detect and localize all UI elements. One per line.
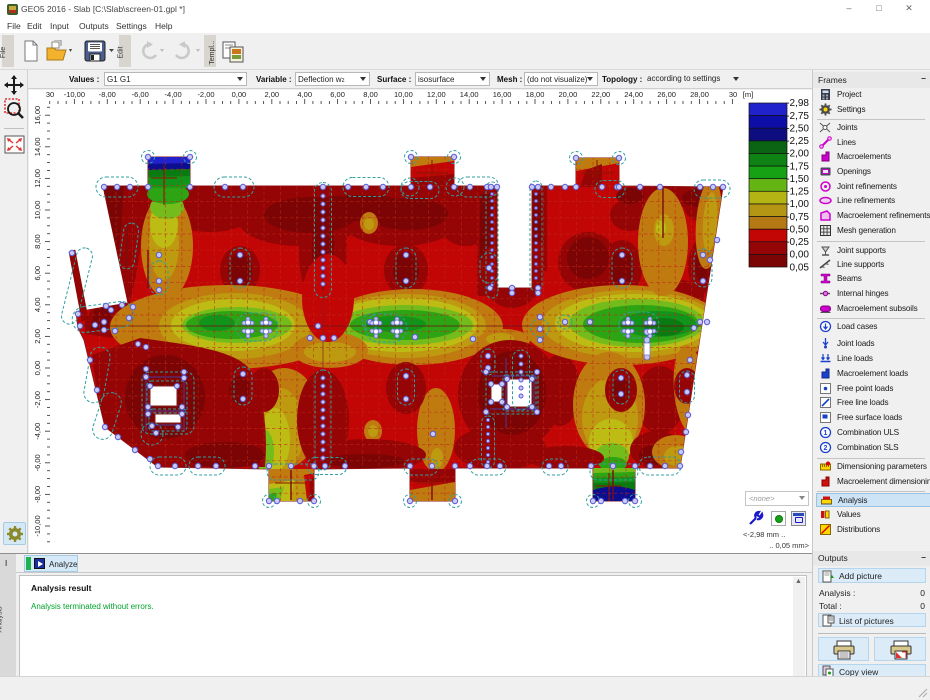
svg-text:2,00: 2,00	[33, 329, 42, 344]
svg-text:22,00: 22,00	[591, 90, 610, 99]
svg-text:-10,00: -10,00	[33, 515, 42, 536]
svg-text:-1,75: -1,75	[786, 161, 809, 172]
svg-text:4,00: 4,00	[33, 297, 42, 312]
svg-text:-0,50: -0,50	[786, 224, 809, 235]
svg-text:-8,00: -8,00	[99, 90, 116, 99]
svg-text:20,00: 20,00	[559, 90, 578, 99]
svg-text:-4,00: -4,00	[33, 423, 42, 440]
svg-text:-10,00: -10,00	[64, 90, 85, 99]
svg-text:10,00: 10,00	[33, 201, 42, 220]
svg-text:2: 2	[824, 445, 828, 452]
svg-text:-6,00: -6,00	[33, 454, 42, 471]
svg-text:-2,25: -2,25	[786, 136, 809, 147]
svg-text:18,00: 18,00	[526, 90, 545, 99]
svg-text:-1,50: -1,50	[786, 174, 809, 185]
svg-text:-0,25: -0,25	[786, 237, 809, 248]
svg-text:-2,50: -2,50	[786, 123, 809, 134]
svg-text:16,00: 16,00	[493, 90, 512, 99]
svg-text:12,00: 12,00	[33, 169, 42, 188]
svg-text:10,00: 10,00	[394, 90, 413, 99]
svg-text:-8,00: -8,00	[33, 486, 42, 503]
svg-text:-2,00: -2,00	[33, 391, 42, 408]
svg-text:0,00: 0,00	[790, 250, 810, 261]
svg-text:30: 30	[729, 90, 737, 99]
svg-text:14,00: 14,00	[33, 137, 42, 156]
svg-text:24,00: 24,00	[624, 90, 643, 99]
svg-text:6,00: 6,00	[33, 266, 42, 281]
svg-text:-2,75: -2,75	[786, 111, 809, 122]
svg-text:12,00: 12,00	[427, 90, 446, 99]
svg-text:-4,00: -4,00	[165, 90, 182, 99]
svg-text:26,00: 26,00	[657, 90, 676, 99]
svg-text:28,00: 28,00	[690, 90, 709, 99]
svg-text:-1,25: -1,25	[786, 187, 809, 198]
svg-text:6,00: 6,00	[330, 90, 345, 99]
svg-text:[m]: [m]	[743, 90, 753, 99]
svg-text:-2,98: -2,98	[786, 98, 809, 109]
svg-text:-1,00: -1,00	[786, 199, 809, 210]
svg-text:-2,00: -2,00	[197, 90, 214, 99]
svg-text:-2,00: -2,00	[786, 149, 809, 160]
svg-text:4,00: 4,00	[297, 90, 312, 99]
svg-text:0,00: 0,00	[232, 90, 247, 99]
svg-text:2,00: 2,00	[264, 90, 279, 99]
svg-text:-0,75: -0,75	[786, 212, 809, 223]
svg-text:8,00: 8,00	[33, 234, 42, 249]
svg-text:16,00: 16,00	[33, 106, 42, 125]
svg-text:30: 30	[46, 90, 54, 99]
svg-text:14,00: 14,00	[460, 90, 479, 99]
svg-text:0,00: 0,00	[33, 361, 42, 376]
svg-text:1: 1	[824, 430, 828, 437]
svg-text:0,05: 0,05	[790, 262, 810, 273]
svg-text:-6,00: -6,00	[132, 90, 149, 99]
svg-text:8,00: 8,00	[363, 90, 378, 99]
